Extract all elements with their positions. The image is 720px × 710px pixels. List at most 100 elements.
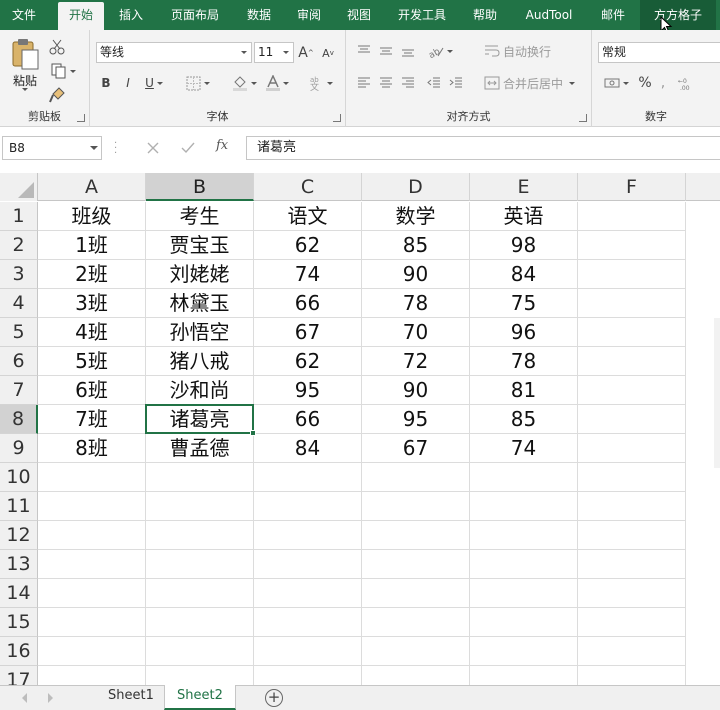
- cell-d17[interactable]: [362, 666, 470, 685]
- scroll-left-icon[interactable]: [22, 693, 27, 703]
- row-header-2[interactable]: 2: [0, 231, 38, 260]
- ribbon-tab-0[interactable]: 文件: [2, 0, 46, 30]
- align-right-button[interactable]: [398, 72, 418, 94]
- row-header-14[interactable]: 14: [0, 579, 38, 608]
- row-header-17[interactable]: 17: [0, 666, 38, 685]
- cell-c17[interactable]: [254, 666, 362, 685]
- cell-f4[interactable]: [578, 289, 686, 318]
- cell-d3[interactable]: 90: [362, 260, 470, 289]
- row-header-8[interactable]: 8: [0, 405, 38, 434]
- cell-c3[interactable]: 74: [254, 260, 362, 289]
- decrease-font-button[interactable]: Av: [318, 42, 338, 64]
- cell-e6[interactable]: 78: [470, 347, 578, 376]
- cell-c9[interactable]: 84: [254, 434, 362, 463]
- cell-b11[interactable]: [146, 492, 254, 521]
- cell-a14[interactable]: [38, 579, 146, 608]
- cell-d10[interactable]: [362, 463, 470, 492]
- row-header-6[interactable]: 6: [0, 347, 38, 376]
- cell-d8[interactable]: 95: [362, 405, 470, 434]
- decrease-indent-button[interactable]: [424, 72, 444, 94]
- ribbon-tab-6[interactable]: 视图: [336, 0, 382, 30]
- cell-f15[interactable]: [578, 608, 686, 637]
- ribbon-tab-10[interactable]: 邮件: [590, 0, 636, 30]
- cell-d1[interactable]: 数学: [362, 202, 470, 231]
- dialog-launcher-icon[interactable]: [77, 114, 85, 122]
- ribbon-tab-2[interactable]: 插入: [108, 0, 154, 30]
- ribbon-tab-3[interactable]: 页面布局: [158, 0, 232, 30]
- column-header-d[interactable]: D: [362, 173, 470, 201]
- cell-d4[interactable]: 78: [362, 289, 470, 318]
- increase-decimal-button[interactable]: ←0.00: [676, 72, 698, 94]
- font-color-button[interactable]: [262, 72, 292, 94]
- cell-d2[interactable]: 85: [362, 231, 470, 260]
- cell-b5[interactable]: 孙悟空: [146, 318, 254, 347]
- cell-f16[interactable]: [578, 637, 686, 666]
- percent-style-button[interactable]: %: [636, 72, 654, 94]
- cell-d12[interactable]: [362, 521, 470, 550]
- fill-color-button[interactable]: [228, 72, 260, 94]
- cell-a1[interactable]: 班级: [38, 202, 146, 231]
- cell-b3[interactable]: 刘姥姥: [146, 260, 254, 289]
- cell-b17[interactable]: [146, 666, 254, 685]
- cell-a4[interactable]: 3班: [38, 289, 146, 318]
- row-header-5[interactable]: 5: [0, 318, 38, 347]
- ribbon-tab-1[interactable]: 开始: [58, 2, 104, 30]
- dialog-launcher-icon[interactable]: [333, 114, 341, 122]
- cell-b7[interactable]: 沙和尚: [146, 376, 254, 405]
- cell-d15[interactable]: [362, 608, 470, 637]
- add-sheet-button[interactable]: +: [265, 689, 283, 707]
- align-middle-button[interactable]: [376, 40, 396, 62]
- column-header-a[interactable]: A: [38, 173, 146, 201]
- cell-f13[interactable]: [578, 550, 686, 579]
- cell-a13[interactable]: [38, 550, 146, 579]
- row-header-10[interactable]: 10: [0, 463, 38, 492]
- row-header-7[interactable]: 7: [0, 376, 38, 405]
- cell-c16[interactable]: [254, 637, 362, 666]
- cell-c2[interactable]: 62: [254, 231, 362, 260]
- cell-e1[interactable]: 英语: [470, 202, 578, 231]
- row-header-16[interactable]: 16: [0, 637, 38, 666]
- increase-font-button[interactable]: A ^: [296, 42, 316, 64]
- confirm-icon[interactable]: [180, 141, 196, 155]
- cell-e15[interactable]: [470, 608, 578, 637]
- select-all-button[interactable]: [0, 173, 38, 201]
- merge-center-button[interactable]: 合并后居中: [484, 72, 580, 94]
- cell-a11[interactable]: [38, 492, 146, 521]
- formula-input[interactable]: 诸葛亮: [246, 136, 720, 160]
- row-header-15[interactable]: 15: [0, 608, 38, 637]
- cell-c12[interactable]: [254, 521, 362, 550]
- splitter-handle[interactable]: · · ·: [114, 139, 118, 159]
- align-center-button[interactable]: [376, 72, 396, 94]
- cell-e12[interactable]: [470, 521, 578, 550]
- name-box[interactable]: B8: [2, 136, 102, 160]
- cell-b15[interactable]: [146, 608, 254, 637]
- column-header-f[interactable]: F: [578, 173, 686, 201]
- bold-button[interactable]: B: [96, 72, 116, 94]
- row-header-1[interactable]: 1: [0, 202, 38, 231]
- row-header-9[interactable]: 9: [0, 434, 38, 463]
- cell-f11[interactable]: [578, 492, 686, 521]
- dialog-launcher-icon[interactable]: [579, 114, 587, 122]
- ribbon-tab-5[interactable]: 审阅: [286, 0, 332, 30]
- cell-c13[interactable]: [254, 550, 362, 579]
- cell-a7[interactable]: 6班: [38, 376, 146, 405]
- cell-c15[interactable]: [254, 608, 362, 637]
- cell-d13[interactable]: [362, 550, 470, 579]
- cell-b10[interactable]: [146, 463, 254, 492]
- cell-e13[interactable]: [470, 550, 578, 579]
- cell-f2[interactable]: [578, 231, 686, 260]
- cell-b4[interactable]: 林黛玉: [146, 289, 254, 318]
- cell-e3[interactable]: 84: [470, 260, 578, 289]
- insert-function-button[interactable]: fx: [216, 138, 228, 153]
- cut-button[interactable]: [46, 36, 68, 58]
- cell-b6[interactable]: 猪八戒: [146, 347, 254, 376]
- align-top-button[interactable]: [354, 40, 374, 62]
- cell-f3[interactable]: [578, 260, 686, 289]
- cell-f5[interactable]: [578, 318, 686, 347]
- cell-e4[interactable]: 75: [470, 289, 578, 318]
- accounting-format-button[interactable]: [600, 72, 632, 94]
- font-size-select[interactable]: 11: [254, 42, 294, 63]
- cell-d6[interactable]: 72: [362, 347, 470, 376]
- cell-e8[interactable]: 85: [470, 405, 578, 434]
- cell-c6[interactable]: 62: [254, 347, 362, 376]
